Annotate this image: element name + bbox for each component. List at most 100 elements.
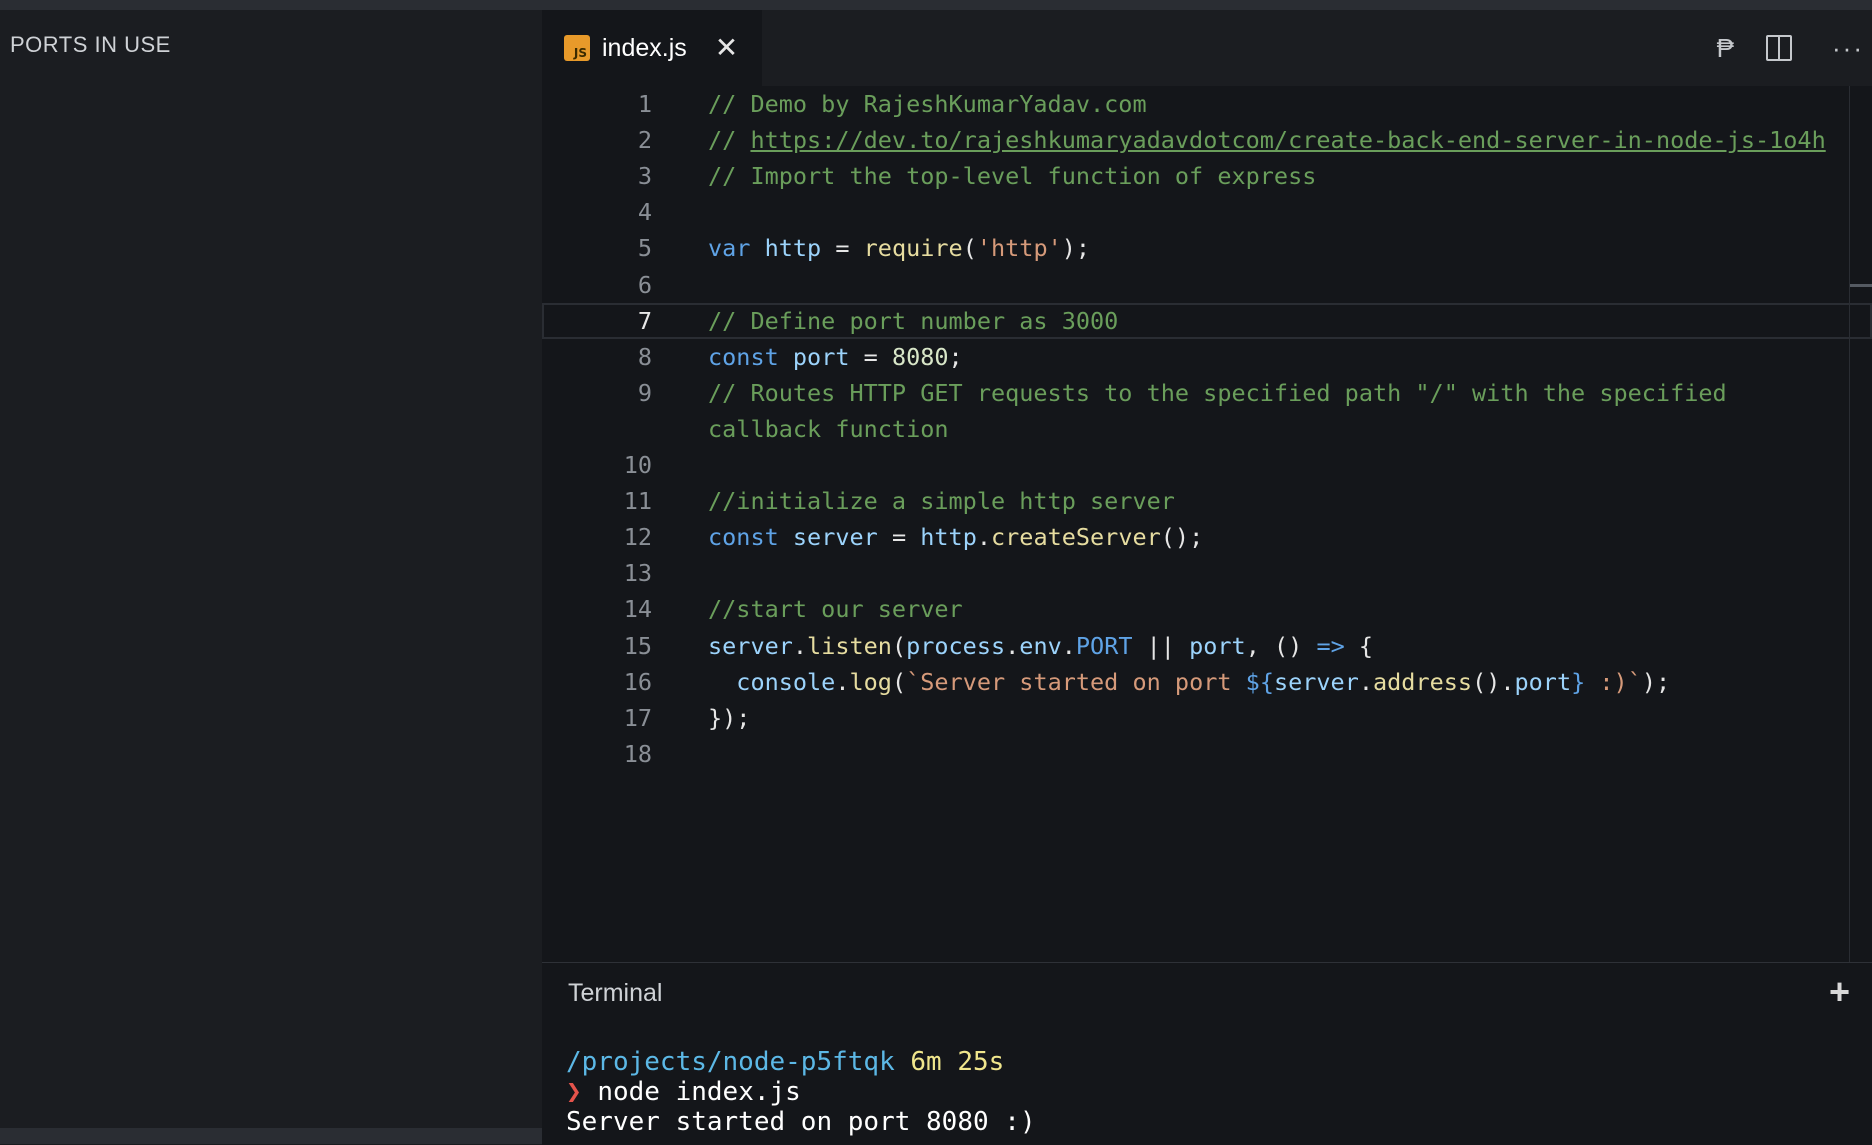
code-line[interactable]: 8 const port = 8080; bbox=[542, 339, 1872, 375]
code-line[interactable]: 7 // Define port number as 3000 bbox=[542, 302, 1872, 339]
code-line[interactable]: 18 bbox=[542, 736, 1872, 772]
terminal-title: Terminal bbox=[568, 979, 663, 1007]
code-line[interactable]: 13 bbox=[542, 555, 1872, 591]
line-number: 18 bbox=[623, 739, 652, 768]
code-token: 'http' bbox=[976, 234, 1062, 263]
code-token: (); bbox=[1160, 523, 1204, 552]
code-line[interactable]: 10 bbox=[542, 447, 1872, 483]
code-token: = bbox=[849, 342, 892, 371]
code-token: env bbox=[1019, 631, 1062, 660]
code-line[interactable]: 3 // Import the top-level function of exp… bbox=[542, 158, 1872, 194]
code-token: server bbox=[708, 631, 793, 660]
code-area[interactable]: 1 // Demo by RajeshKumarYadav.com 2 // http… bbox=[542, 86, 1872, 962]
code-line[interactable]: 14 //start our server bbox=[542, 591, 1872, 627]
split-editor-icon[interactable] bbox=[1766, 35, 1793, 61]
sidebar-footer bbox=[0, 1128, 542, 1144]
sidebar: PORTS IN USE bbox=[0, 10, 542, 1128]
line-number: 9 bbox=[637, 378, 652, 407]
line-source: const port = 8080; bbox=[708, 343, 963, 371]
code-token: . bbox=[835, 667, 850, 696]
code-line[interactable]: 15 server.listen(process.env.PORT || port… bbox=[542, 628, 1872, 664]
editor: JS index.js ✕ ₱ ··· 1 // Demo by RajeshKu… bbox=[542, 10, 1872, 962]
code-token: var bbox=[708, 234, 751, 263]
javascript-file-icon: JS bbox=[564, 35, 590, 61]
terminal-output[interactable]: /projects/node-p5ftqk 6m 25s ❯ node inde… bbox=[566, 1047, 1036, 1137]
line-number: 3 bbox=[637, 162, 652, 191]
code-token: http bbox=[764, 234, 822, 263]
code-token: (). bbox=[1472, 667, 1515, 696]
terminal-command: node index.js bbox=[597, 1077, 801, 1107]
code-line[interactable]: 12 const server = http.createServer(); bbox=[542, 519, 1872, 555]
code-token: server bbox=[792, 523, 878, 552]
code-token: callback function bbox=[708, 414, 949, 443]
code-token: :)` bbox=[1585, 667, 1642, 696]
line-source: // Demo by RajeshKumarYadav.com bbox=[708, 90, 1147, 118]
code-token: const bbox=[708, 342, 779, 371]
title-bar bbox=[0, 0, 1872, 10]
code-line[interactable]: 2 // https://dev.to/rajeshkumaryadavdotco… bbox=[542, 122, 1872, 158]
line-number: 10 bbox=[623, 451, 652, 479]
code-token: = bbox=[877, 523, 921, 552]
line-number: 12 bbox=[623, 523, 652, 552]
code-token: = bbox=[821, 234, 864, 263]
paragraph-icon[interactable]: ₱ bbox=[1717, 33, 1734, 64]
close-icon[interactable]: ✕ bbox=[715, 34, 738, 62]
code-token: address bbox=[1373, 667, 1473, 696]
terminal-path: /projects/node-p5ftqk bbox=[566, 1047, 895, 1077]
line-source: // Import the top-level function of expr… bbox=[708, 162, 1316, 190]
line-source: const server = http.createServer(); bbox=[708, 523, 1203, 551]
more-actions-icon[interactable]: ··· bbox=[1832, 33, 1864, 64]
tab-index-js[interactable]: JS index.js ✕ bbox=[542, 10, 762, 86]
code-token: }); bbox=[708, 703, 751, 732]
code-token: PORT bbox=[1075, 631, 1133, 660]
code-line[interactable]: 17}); bbox=[542, 700, 1872, 736]
code-line[interactable]: 1 // Demo by RajeshKumarYadav.com bbox=[542, 86, 1872, 122]
code-token: { bbox=[1344, 631, 1374, 660]
code-line[interactable]: callback function bbox=[542, 411, 1872, 447]
line-source: // https://dev.to/rajeshkumaryadavdotcom… bbox=[708, 126, 1826, 154]
code-token: . bbox=[1358, 667, 1374, 696]
line-source: callback function bbox=[708, 415, 949, 443]
code-token: log bbox=[849, 667, 892, 696]
code-line[interactable]: 11 //initialize a simple http server bbox=[542, 483, 1872, 519]
code-token: server bbox=[1273, 667, 1359, 696]
code-line[interactable]: 5 var http = require('http'); bbox=[542, 230, 1872, 266]
code-line[interactable]: 4 bbox=[542, 194, 1872, 230]
code-token: => bbox=[1316, 631, 1345, 660]
code-token: port bbox=[792, 342, 850, 371]
code-token: http bbox=[920, 523, 977, 552]
line-number: 8 bbox=[637, 342, 652, 371]
code-token: } bbox=[1571, 667, 1586, 696]
code-line[interactable]: 6 bbox=[542, 267, 1872, 303]
code-token: port bbox=[1189, 631, 1246, 660]
line-number: 1 bbox=[637, 90, 652, 118]
line-source: // Define port number as 3000 bbox=[708, 307, 1118, 335]
add-terminal-icon[interactable]: + bbox=[1829, 971, 1850, 1013]
line-number: 7 bbox=[637, 306, 652, 335]
tab-label: index.js bbox=[602, 33, 687, 62]
code-token: //start our server bbox=[708, 595, 963, 624]
code-token: //initialize a simple http server bbox=[708, 487, 1175, 516]
line-source: // Routes HTTP GET requests to the speci… bbox=[708, 379, 1727, 407]
editor-actions: ₱ ··· bbox=[1717, 10, 1872, 86]
scrollbar[interactable] bbox=[1849, 86, 1872, 962]
code-token: ${ bbox=[1245, 667, 1274, 696]
code-token: || bbox=[1132, 631, 1190, 660]
code-token: ); bbox=[1641, 667, 1671, 696]
code-token: // Routes HTTP GET requests to the speci… bbox=[708, 378, 1727, 407]
code-line[interactable]: 9 // Routes HTTP GET requests to the spec… bbox=[542, 375, 1872, 411]
code-token: port bbox=[1514, 667, 1572, 696]
scrollbar-marker bbox=[1850, 284, 1872, 287]
line-number: 2 bbox=[637, 126, 652, 155]
code-token: listen bbox=[807, 631, 892, 660]
line-number: 5 bbox=[637, 234, 652, 263]
code-token: createServer bbox=[991, 523, 1161, 552]
code-line[interactable]: 16 console.log(`Server started on port $… bbox=[542, 664, 1872, 700]
code-link[interactable]: https://dev.to/rajeshkumaryadavdotcom/cr… bbox=[750, 126, 1825, 154]
code-token: ); bbox=[1061, 234, 1091, 263]
code-token: ( bbox=[891, 631, 907, 660]
code-token: require bbox=[863, 234, 963, 263]
code-token: // Import the top-level function of expr… bbox=[708, 162, 1317, 191]
